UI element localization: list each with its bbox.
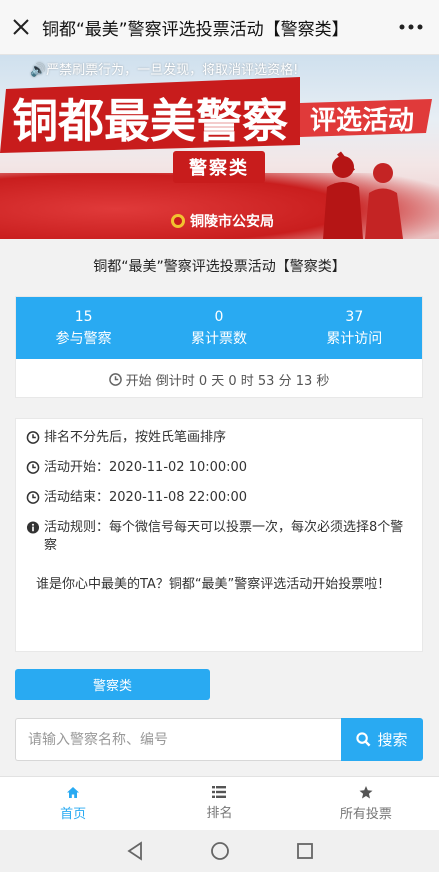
star-icon bbox=[359, 785, 373, 798]
stat-label: 累计访问 bbox=[326, 331, 383, 347]
info-line-end: 活动结束：2020-11-08 22:00:00 bbox=[26, 489, 412, 507]
info-line-start: 活动开始：2020-11-02 10:00:00 bbox=[26, 459, 412, 477]
system-nav-bar bbox=[0, 830, 439, 872]
category-badge: 警察类 bbox=[173, 151, 265, 183]
stats-panel: 15 参与警察 0 累计票数 37 累计访问 开始 倒计时 0 天 0 时 53… bbox=[15, 296, 423, 398]
nav-item-ranking[interactable]: 排名 bbox=[146, 777, 292, 830]
more-icon bbox=[399, 24, 423, 30]
stat-value: 37 bbox=[345, 309, 364, 325]
home-icon bbox=[67, 786, 80, 798]
close-icon bbox=[13, 19, 29, 35]
headline-main: 铜都最美警察 bbox=[12, 94, 288, 148]
nav-label: 排名 bbox=[206, 806, 233, 821]
search-input[interactable] bbox=[15, 718, 341, 761]
info-intro: 谁是你心中最美的TA？铜都“最美”警察评选活动开始投票啦！ bbox=[36, 577, 391, 592]
page-title: 铜都“最美”警察评选投票活动【警察类】 bbox=[42, 19, 349, 40]
info-line-rules: 活动规则：每个微信号每天可以投票一次，每次必须选择8个警察 bbox=[26, 519, 412, 555]
close-button[interactable] bbox=[0, 0, 42, 55]
countdown: 开始 倒计时 0 天 0 时 53 分 13 秒 bbox=[16, 359, 422, 399]
search-button-label: 搜索 bbox=[377, 731, 408, 749]
activity-title: 铜都“最美”警察评选投票活动【警察类】 bbox=[93, 259, 346, 275]
list-icon bbox=[212, 786, 227, 798]
banner-headline: 铜都最美警察 评选活动 bbox=[0, 77, 432, 153]
info-text: 排名不分先后，按姓氏笔画排序 bbox=[44, 430, 227, 445]
stat-label: 累计票数 bbox=[190, 331, 247, 347]
info-text: 活动结束：2020-11-08 22:00:00 bbox=[44, 490, 248, 505]
info-card: 排名不分先后，按姓氏笔画排序 活动开始：2020-11-02 10:00:00 … bbox=[15, 418, 423, 652]
banner: 🔊严禁刷票行为，一旦发现，将取消评选资格! 铜都最美警察 评选活动 警察类 铜陵… bbox=[0, 55, 439, 239]
category-button[interactable]: 警察类 bbox=[15, 669, 210, 700]
nav-item-home[interactable]: 首页 bbox=[0, 777, 146, 830]
clock-icon bbox=[26, 461, 40, 474]
bottom-nav: 首页 排名 所有投票 bbox=[0, 776, 439, 830]
info-text: 活动规则：每个微信号每天可以投票一次，每次必须选择8个警察 bbox=[44, 520, 404, 553]
search-button[interactable]: 搜索 bbox=[341, 718, 423, 761]
nav-label: 首页 bbox=[60, 806, 87, 822]
headline-sub: 评选活动 bbox=[310, 106, 414, 136]
stat-total-visits: 37 累计访问 bbox=[287, 297, 422, 359]
info-line-order: 排名不分先后，按姓氏笔画排序 bbox=[26, 429, 412, 447]
info-text: 活动开始：2020-11-02 10:00:00 bbox=[44, 460, 248, 475]
stat-total-votes: 0 累计票数 bbox=[151, 297, 286, 359]
back-icon[interactable] bbox=[126, 841, 144, 861]
info-icon bbox=[26, 521, 40, 534]
nav-label: 所有投票 bbox=[339, 806, 392, 822]
police-badge-icon bbox=[171, 214, 185, 228]
stat-value: 15 bbox=[74, 309, 93, 325]
banner-org: 铜陵市公安局 bbox=[170, 211, 274, 231]
recents-icon[interactable] bbox=[296, 842, 314, 860]
nav-item-all-votes[interactable]: 所有投票 bbox=[293, 777, 439, 830]
stat-participants: 15 参与警察 bbox=[16, 297, 151, 359]
clock-icon bbox=[26, 431, 40, 444]
stat-value: 0 bbox=[214, 309, 224, 325]
search-icon bbox=[356, 732, 371, 747]
stat-label: 参与警察 bbox=[55, 331, 112, 347]
more-button[interactable] bbox=[383, 0, 439, 55]
countdown-text: 开始 倒计时 0 天 0 时 53 分 13 秒 bbox=[125, 373, 330, 389]
home-circle-icon[interactable] bbox=[210, 841, 230, 861]
search-bar: 搜索 bbox=[15, 718, 423, 761]
title-bar: 铜都“最美”警察评选投票活动【警察类】 bbox=[0, 0, 439, 55]
police-silhouette-image bbox=[323, 151, 403, 239]
clock-icon bbox=[26, 491, 40, 504]
banner-org-label: 铜陵市公安局 bbox=[190, 214, 274, 230]
clock-icon bbox=[108, 372, 122, 386]
